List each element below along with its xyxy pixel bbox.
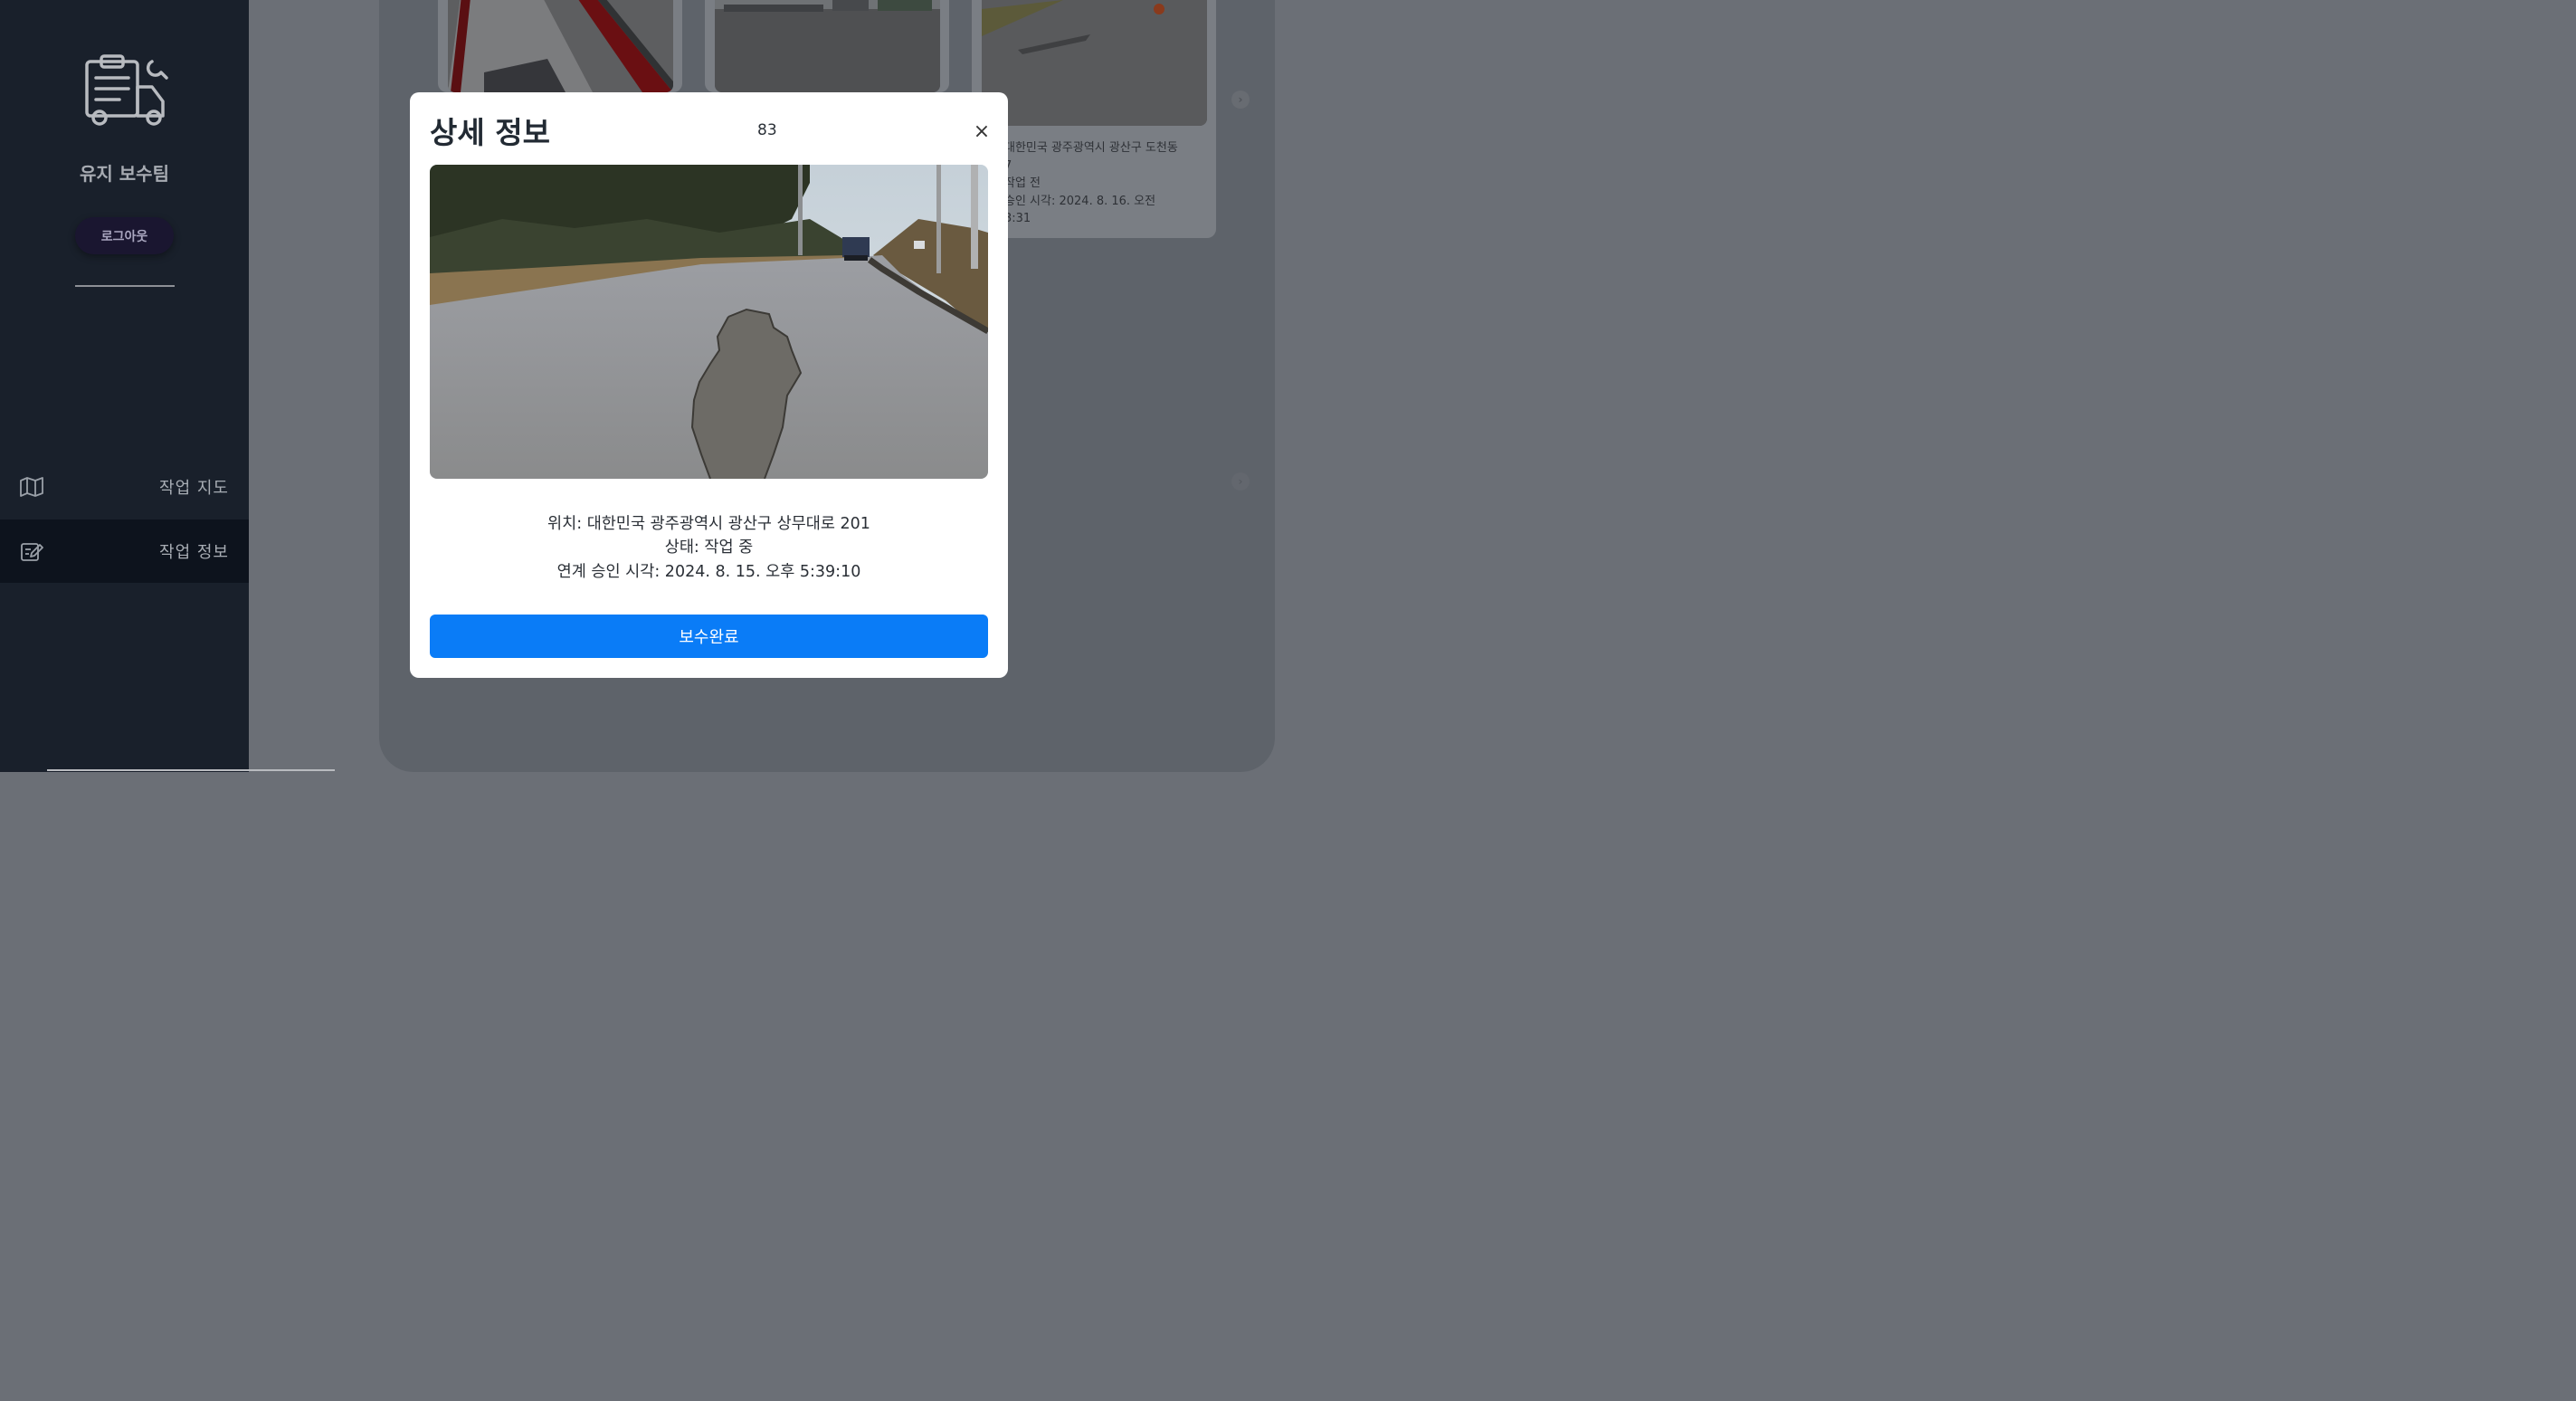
card-location: 대한민국 광주광역시 광산구 도천동 <box>1004 141 1178 155</box>
team-name: 유지 보수팀 <box>80 163 169 185</box>
work-card[interactable] <box>438 0 682 92</box>
approval-time-text: 연계 승인 시각: 2024. 8. 15. 오후 5:39:10 <box>556 563 861 581</box>
next-arrow-button[interactable]: › <box>1231 91 1250 109</box>
edit-note-icon <box>21 543 43 561</box>
sidebar-item-work-info[interactable]: 작업 정보 <box>0 519 249 583</box>
work-card[interactable] <box>705 0 949 92</box>
card-time: 승인 시각: 2024. 8. 16. 오전 <box>1004 194 1156 208</box>
close-button[interactable]: × <box>969 119 994 145</box>
modal-id: 83 <box>757 121 777 139</box>
card-time-cont: 3:31 <box>1004 212 1031 225</box>
sidebar-item-label: 작업 지도 <box>159 479 229 498</box>
card-location-cont: 7 <box>1004 158 1012 173</box>
sidebar-divider <box>75 285 175 287</box>
road-photo-thumbnail <box>715 0 940 92</box>
repair-complete-button[interactable]: 보수완료 <box>430 615 988 658</box>
sidebar: 유지 보수팀 로그아웃 작업 지도 작업 정보 <box>0 0 335 772</box>
road-photo-thumbnail <box>982 0 1207 126</box>
map-icon <box>20 477 43 497</box>
road-photo <box>982 0 1207 126</box>
road-photo <box>715 0 940 92</box>
detail-modal: 상세 정보 83 × 위치: 대한민국 광주광역시 광산구 상무대로 201 상… <box>410 92 1008 678</box>
next-arrow-button[interactable]: › <box>1231 472 1250 491</box>
road-damage-photo <box>430 165 988 479</box>
status-text: 상태: 작업 중 <box>664 538 754 557</box>
sidebar-item-work-map[interactable]: 작업 지도 <box>0 455 249 519</box>
clipboard-truck-logo-icon <box>85 54 168 126</box>
pothole-road-image <box>430 165 988 479</box>
road-photo-thumbnail <box>448 0 673 92</box>
modal-title: 상세 정보 <box>430 115 550 150</box>
location-text: 위치: 대한민국 광주광역시 광산구 상무대로 201 <box>547 515 870 533</box>
scrollbar-track <box>47 769 335 771</box>
work-card[interactable]: 대한민국 광주광역시 광산구 도천동 7 작업 전 승인 시각: 2024. 8… <box>972 0 1216 238</box>
card-status: 작업 전 <box>1004 176 1041 190</box>
logout-button[interactable]: 로그아웃 <box>75 217 174 254</box>
road-photo <box>448 0 673 92</box>
sidebar-item-label: 작업 정보 <box>159 543 229 562</box>
